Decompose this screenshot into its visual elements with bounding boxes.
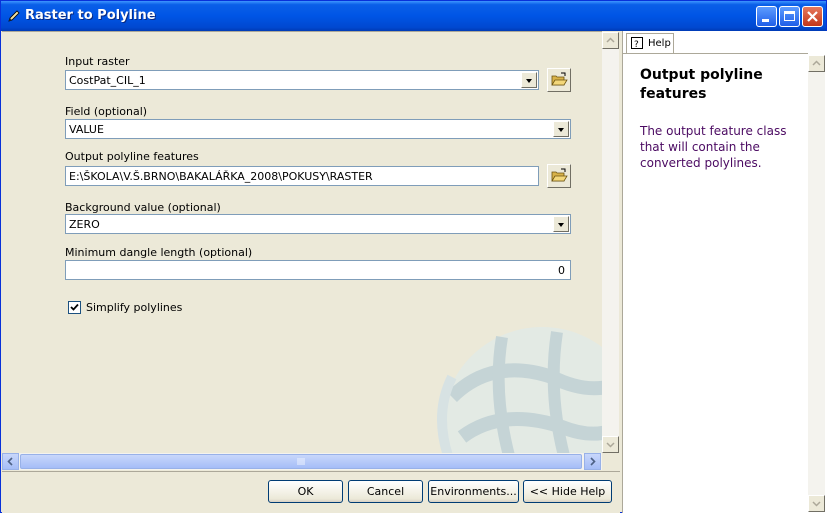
output-label: Output polyline features — [65, 150, 199, 163]
chevron-up-icon — [812, 60, 821, 66]
button-bar: OK Cancel Environments... << Hide Help — [2, 471, 620, 513]
folder-open-icon — [551, 168, 568, 182]
dangle-value: 0 — [558, 264, 565, 277]
field-select[interactable]: VALUE — [65, 119, 571, 139]
input-raster-browse-button[interactable] — [547, 68, 571, 92]
chevron-right-icon — [590, 457, 596, 466]
chevron-down-icon[interactable] — [553, 216, 569, 232]
help-scrollbar[interactable] — [808, 55, 825, 512]
help-scroll-up-button[interactable] — [808, 55, 825, 72]
scroll-up-button[interactable] — [602, 32, 619, 49]
help-icon: ? — [631, 37, 643, 50]
globe-watermark — [437, 327, 602, 455]
scroll-left-button[interactable] — [2, 453, 19, 470]
simplify-checkbox[interactable] — [68, 301, 81, 314]
help-divider — [623, 53, 808, 54]
dialog-window: Raster to Polyline Input raster CostPat_… — [0, 0, 827, 513]
help-scroll-down-button[interactable] — [808, 495, 825, 512]
pencil-tool-icon — [8, 10, 20, 22]
close-icon — [807, 11, 818, 22]
window-title: Raster to Polyline — [25, 8, 156, 23]
input-raster-value: CostPat_CIL_1 — [69, 74, 146, 87]
maximize-button[interactable] — [779, 6, 800, 27]
chevron-down-icon[interactable] — [553, 121, 569, 137]
scroll-down-button[interactable] — [602, 436, 619, 453]
output-field[interactable]: E:\ŠKOLA\V.Š.BRNO\BAKALÁŘKA_2008\POKUSY\… — [65, 166, 539, 186]
output-value: E:\ŠKOLA\V.Š.BRNO\BAKALÁŘKA_2008\POKUSY\… — [69, 170, 373, 183]
chevron-down-icon[interactable] — [521, 72, 537, 88]
dangle-label: Minimum dangle length (optional) — [65, 246, 253, 259]
chevron-down-icon — [606, 442, 615, 448]
folder-open-icon — [551, 72, 568, 86]
help-panel: ? Help Output polyline features The outp… — [622, 31, 827, 513]
chevron-up-icon — [606, 37, 615, 43]
svg-text:?: ? — [634, 40, 639, 50]
ok-button[interactable]: OK — [268, 480, 343, 503]
help-body: The output feature class that will conta… — [640, 124, 787, 170]
close-button[interactable] — [802, 6, 823, 27]
environments-button[interactable]: Environments... — [428, 480, 519, 503]
simplify-label: Simplify polylines — [86, 301, 183, 314]
field-value: VALUE — [69, 123, 104, 136]
hide-help-button[interactable]: << Hide Help — [523, 480, 612, 503]
title-bar[interactable]: Raster to Polyline — [1, 1, 826, 31]
help-heading: Output polyline features — [640, 67, 763, 102]
background-select[interactable]: ZERO — [65, 214, 571, 234]
grip-icon — [297, 458, 305, 465]
background-value: ZERO — [69, 218, 100, 231]
maximize-icon — [784, 11, 795, 21]
vertical-scrollbar[interactable] — [602, 32, 619, 453]
input-raster-select[interactable]: CostPat_CIL_1 — [65, 70, 539, 90]
minimize-icon — [762, 19, 769, 22]
help-tab-label: Help — [648, 38, 671, 49]
field-label: Field (optional) — [65, 105, 148, 118]
checkmark-icon — [70, 303, 79, 311]
cancel-button[interactable]: Cancel — [348, 480, 423, 503]
dangle-field[interactable]: 0 — [65, 260, 571, 280]
scroll-right-button[interactable] — [584, 453, 601, 470]
parameters-panel: Input raster CostPat_CIL_1 Field (option… — [2, 31, 602, 455]
horizontal-scroll-thumb[interactable] — [20, 454, 582, 469]
background-label: Background value (optional) — [65, 201, 221, 214]
horizontal-scrollbar[interactable] — [2, 453, 602, 470]
chevron-left-icon — [7, 457, 13, 466]
minimize-button[interactable] — [756, 6, 777, 27]
output-browse-button[interactable] — [547, 164, 571, 188]
chevron-down-icon — [812, 501, 821, 507]
tab-help[interactable]: ? Help — [626, 33, 674, 53]
input-raster-label: Input raster — [65, 55, 130, 68]
